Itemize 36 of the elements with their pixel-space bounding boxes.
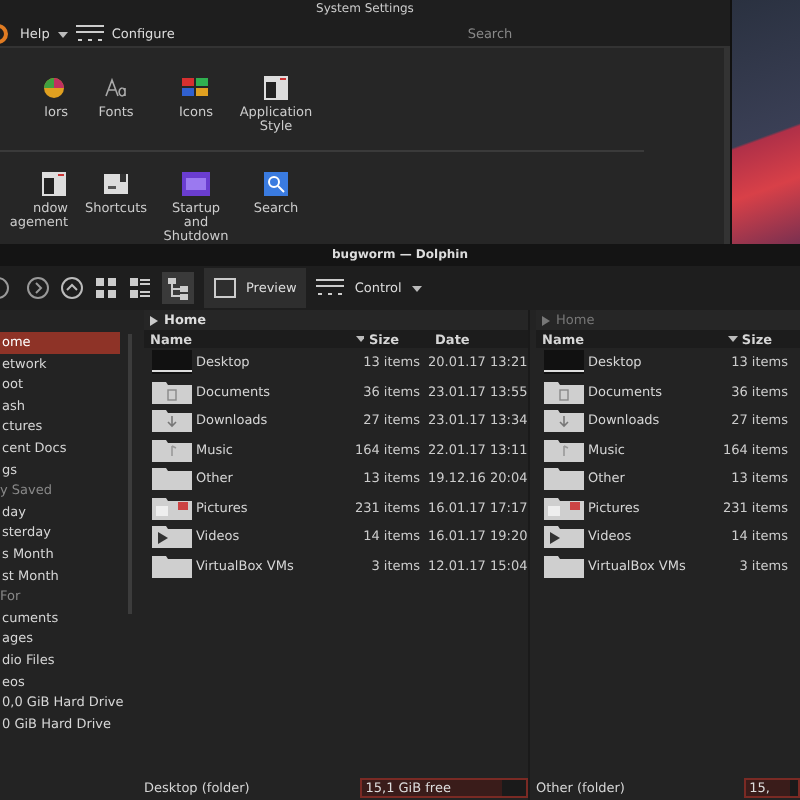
- folder-icon: [152, 466, 192, 491]
- folder-icon: [152, 437, 192, 462]
- window-icon: [40, 172, 68, 196]
- sort-caret-icon: [728, 335, 738, 343]
- screen-icon: [182, 172, 210, 196]
- details-view-button[interactable]: [162, 272, 194, 304]
- window-icon: [262, 76, 290, 100]
- folder-icon: [152, 379, 192, 404]
- folder-icon: [152, 408, 192, 433]
- folder-icon: [544, 553, 584, 578]
- grid-icon: [182, 76, 210, 100]
- folder-icon: [152, 524, 192, 549]
- folder-icon: [544, 495, 584, 520]
- sort-caret-icon: [355, 335, 365, 343]
- menu-icon[interactable]: [316, 278, 345, 298]
- frame-icon: [214, 278, 236, 298]
- icons-view-icon[interactable]: [94, 276, 118, 300]
- caret-icon[interactable]: [57, 29, 68, 37]
- search-icon: [262, 172, 290, 196]
- folder-icon: [152, 553, 192, 578]
- caret-icon[interactable]: [411, 284, 422, 292]
- keyboard-key-icon: [102, 172, 130, 196]
- compact-view-icon[interactable]: [128, 276, 152, 300]
- caret-icon[interactable]: [150, 315, 158, 325]
- folder-icon: [544, 466, 584, 491]
- folder-icon: [152, 495, 192, 520]
- folder-icon: [544, 379, 584, 404]
- font-icon: [102, 76, 130, 100]
- menu-icon[interactable]: [75, 23, 104, 43]
- color-wheel-icon: [40, 76, 68, 100]
- forward-icon[interactable]: [26, 276, 50, 300]
- folder-icon: [544, 524, 584, 549]
- folder-icon: [544, 437, 584, 462]
- up-icon[interactable]: [60, 276, 84, 300]
- tree-view-icon: [166, 276, 190, 300]
- folder-icon: [544, 408, 584, 433]
